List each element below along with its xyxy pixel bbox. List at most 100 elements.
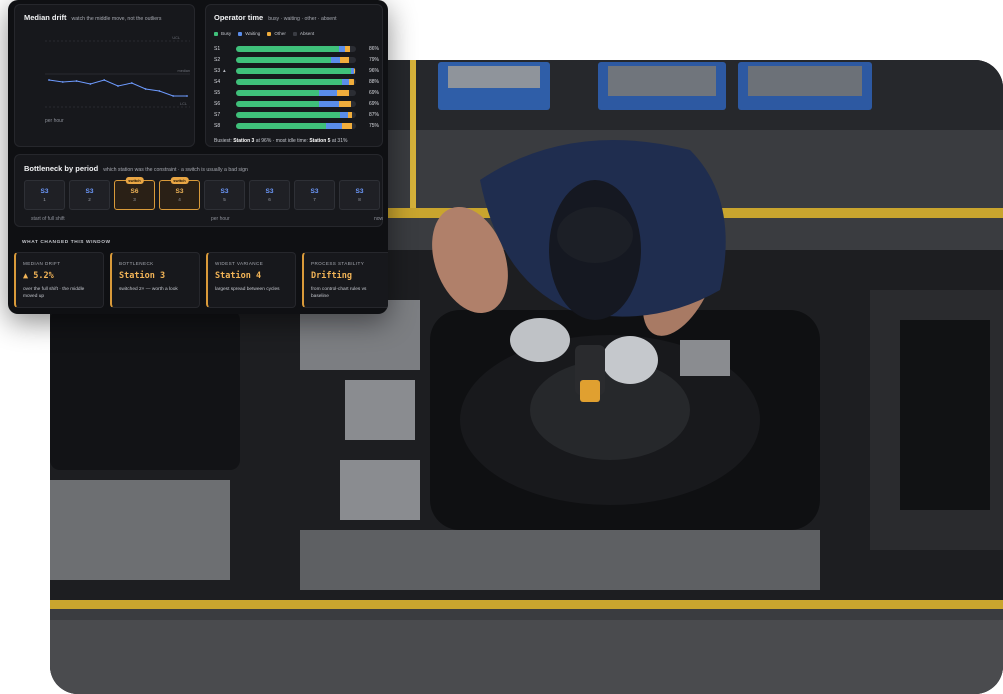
median-drift-footer: per hour	[45, 118, 64, 124]
station-name: S6	[214, 100, 221, 107]
drift-point-7[interactable]	[130, 82, 133, 84]
station-name: S1	[214, 45, 221, 52]
station-row-s1[interactable]: S1 86%	[214, 43, 379, 54]
operator-time-summary: Busiest: Station 3 at 96% · most idle ti…	[214, 138, 347, 144]
lcl-label: LCL	[180, 102, 187, 106]
drift-point-6[interactable]	[117, 85, 119, 87]
station-busy-pct: 87%	[368, 111, 379, 118]
drift-point-10[interactable]	[172, 95, 175, 97]
card-value: Station 4	[215, 271, 262, 281]
segment-waiting	[318, 89, 337, 96]
card-key: BOTTLENECK	[119, 261, 154, 266]
summary-mid: at 96% · most idle time:	[254, 138, 310, 144]
operator-time-title-text: Operator time	[214, 13, 264, 22]
station-label: S5	[214, 90, 236, 96]
station-time-bar	[236, 67, 356, 74]
station-time-bar	[236, 122, 356, 129]
station-row-s8[interactable]: S8 75%	[214, 120, 379, 131]
station-row-s3[interactable]: S3 ▲ 96%	[214, 65, 379, 76]
change-card-widest-variance[interactable]: WIDEST VARIANCE Station 4 largest spread b…	[206, 252, 296, 308]
period-station: S3	[175, 188, 184, 195]
median-drift-chart[interactable]: UCL median LCL	[15, 5, 196, 148]
station-busy-pct: 96%	[368, 67, 379, 74]
station-label: S8	[214, 123, 236, 129]
segment-other	[345, 45, 350, 52]
station-row-s6[interactable]: S6 69%	[214, 98, 379, 109]
segment-waiting	[341, 78, 349, 85]
station-busy-pct: 75%	[368, 122, 379, 129]
legend-label: Other	[274, 31, 286, 36]
drift-point-3[interactable]	[75, 80, 78, 82]
bottleneck-period-6[interactable]: S3 6	[249, 180, 290, 210]
legend-item-busy: Busy	[214, 31, 231, 36]
station-time-bar	[236, 111, 356, 118]
segment-waiting	[340, 111, 348, 118]
station-row-s5[interactable]: S5 69%	[214, 87, 379, 98]
period-station: S3	[265, 188, 274, 195]
bottleneck-period-1[interactable]: S3 1	[24, 180, 65, 210]
station-row-s4[interactable]: S4 88%	[214, 76, 379, 87]
bottleneck-axis-mid: per hour	[211, 216, 230, 222]
card-value: Drifting	[311, 271, 352, 281]
period-index: 5	[223, 197, 226, 202]
segment-busy	[236, 89, 319, 96]
drift-point-1[interactable]	[48, 79, 50, 81]
bottleneck-axis-start: start of full shift	[31, 216, 65, 222]
summary-prefix: Busiest:	[214, 138, 234, 144]
bottleneck-period-2[interactable]: S3 2	[69, 180, 110, 210]
card-description: over the full shift · the middle moved u…	[23, 287, 85, 300]
bottleneck-period-7[interactable]: S3 7	[294, 180, 335, 210]
operator-time-rows: S1 86% S2 79% S3 ▲ 96% S4 88% S5 69% S6 69% S7 87% S8 75…	[214, 43, 379, 131]
legend-label: Busy	[221, 31, 232, 36]
bottleneck-period-3[interactable]: switch S6 3	[114, 177, 155, 210]
median-label: median	[178, 69, 190, 73]
card-value: ▲ 5.2%	[23, 271, 54, 281]
bottleneck-period-8[interactable]: S3 8	[339, 180, 380, 210]
station-label: S2	[214, 57, 236, 63]
segment-busy	[236, 67, 352, 74]
operator-time-panel: Operator time busy · waiting · other · ab…	[205, 4, 383, 147]
switch-badge: switch	[170, 177, 189, 184]
drift-point-9[interactable]	[158, 90, 161, 92]
drift-point-2[interactable]	[61, 81, 64, 83]
change-card-process-stability[interactable]: PROCESS STABILITY Drifting from control-ch…	[302, 252, 388, 308]
station-name: S4	[214, 78, 221, 85]
station-busy-pct: 69%	[368, 89, 379, 96]
bottleneck-period-5[interactable]: S3 5	[204, 180, 245, 210]
drift-point-4[interactable]	[89, 83, 92, 85]
period-index: 2	[88, 197, 91, 202]
station-time-bar	[236, 78, 356, 85]
bottleneck-period-4[interactable]: switch S3 4	[159, 177, 200, 210]
drift-point-11[interactable]	[186, 95, 188, 97]
card-key: PROCESS STABILITY	[311, 261, 365, 266]
segment-other	[336, 89, 349, 96]
change-card-median-drift[interactable]: MEDIAN DRIFT ▲ 5.2% over the full shift · …	[14, 252, 104, 308]
change-card-bottleneck[interactable]: BOTTLENECK Station 3 switched 2× — worth a…	[110, 252, 200, 308]
drift-point-5[interactable]	[103, 79, 106, 81]
period-station: S6	[130, 188, 139, 195]
station-row-s2[interactable]: S2 79%	[214, 54, 379, 65]
segment-other	[347, 111, 353, 118]
station-row-s7[interactable]: S7 87%	[214, 109, 379, 120]
segment-waiting	[318, 100, 340, 107]
bottleneck-subtitle: which station was the constraint · a swi…	[103, 167, 248, 173]
drift-point-8[interactable]	[144, 88, 147, 90]
card-description: switched 2× — worth a look	[119, 287, 178, 292]
segment-other	[339, 100, 352, 107]
segment-waiting	[326, 122, 342, 129]
period-index: 1	[43, 197, 46, 202]
bottleneck-periods: S3 1 S3 2 switch S6 3 switch S3 4 S3 5 S3 6 S3 7 S3 8	[24, 177, 380, 210]
card-key: MEDIAN DRIFT	[23, 261, 61, 266]
card-description: from control-chart rules vs baseline	[311, 287, 367, 300]
bottleneck-panel: Bottleneck by period which station was th…	[14, 154, 383, 227]
segment-busy	[236, 100, 319, 107]
legend-swatch	[267, 31, 272, 36]
segment-other	[348, 78, 354, 85]
station-label: S1	[214, 46, 236, 52]
operator-time-title: Operator time busy · waiting · other · ab…	[214, 13, 337, 22]
operator-time-subtitle: busy · waiting · other · absent	[268, 16, 337, 22]
station-time-bar	[236, 45, 356, 52]
station-label: S4	[214, 79, 236, 85]
segment-busy	[236, 78, 342, 85]
period-index: 4	[178, 197, 181, 202]
